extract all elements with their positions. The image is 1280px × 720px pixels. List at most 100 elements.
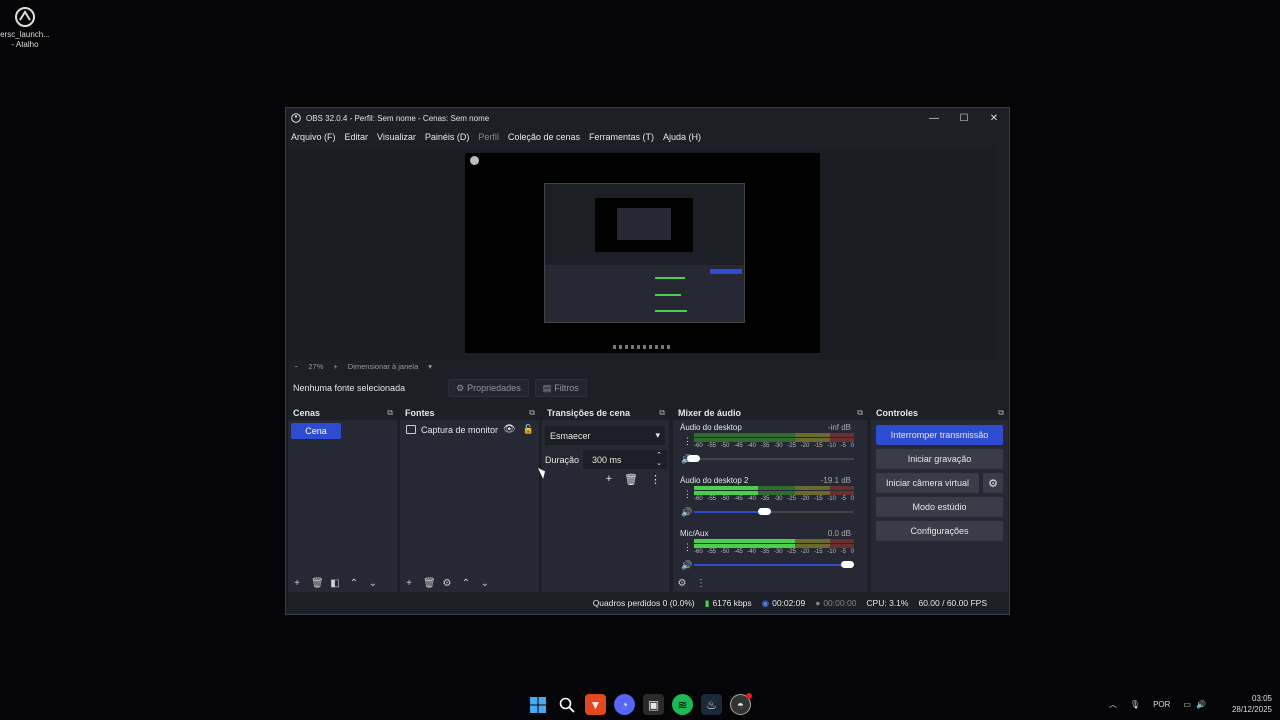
network-icon[interactable]: ▭	[1183, 700, 1191, 709]
taskbar: ▼ ◔ ▣ ≋ ♨ ◓ ︿ 🎙 POR ▭ 🔊 03:05 28/12/2025	[0, 688, 1280, 720]
channel-menu-icon[interactable]: ⋮	[683, 436, 692, 447]
remove-scene-icon[interactable]: 🗑	[311, 578, 324, 589]
undock-icon[interactable]: ⧉	[998, 408, 1004, 418]
scale-tick: -20	[800, 443, 810, 449]
speaker-icon[interactable]: 🔊	[681, 507, 692, 518]
remove-transition-icon[interactable]: 🗑	[624, 473, 638, 486]
preview-area[interactable]	[289, 147, 996, 360]
settings-button[interactable]: Configurações	[876, 521, 1003, 541]
start-virtual-camera-button[interactable]: Iniciar câmera virtual	[876, 473, 979, 493]
undock-icon[interactable]: ⧉	[387, 408, 393, 418]
source-item[interactable]: Captura de monitor 👁 🔓	[406, 424, 539, 435]
volume-icon[interactable]: 🔊	[1196, 700, 1206, 709]
scale-mode-label[interactable]: Dimensionar à janela	[348, 362, 418, 371]
studio-mode-button[interactable]: Modo estúdio	[876, 497, 1003, 517]
undock-icon[interactable]: ⧉	[529, 408, 535, 418]
transition-menu-icon[interactable]: ⋮	[650, 473, 661, 486]
move-down-icon[interactable]: ⌄	[480, 578, 490, 589]
chevron-down-icon: ▾	[655, 430, 660, 440]
transition-select[interactable]: Esmaecer ▾	[545, 426, 665, 445]
obs-taskbar-icon[interactable]: ◓	[730, 693, 752, 715]
channel-menu-icon[interactable]: ⋮	[683, 489, 692, 500]
volume-meter	[694, 486, 854, 490]
duration-row: Duração 300 ms ⌃ ⌄	[545, 450, 669, 469]
shortcut-label: ersc_launch... - Atalho	[0, 30, 50, 49]
menu-paineis[interactable]: Painéis (D)	[425, 132, 470, 142]
transitions-header: Transições de cena ⧉	[542, 406, 669, 420]
brave-icon[interactable]: ▼	[585, 694, 606, 715]
slider-knob[interactable]	[841, 561, 854, 568]
properties-button[interactable]: ⚙ Propriedades	[448, 379, 529, 397]
add-scene-icon[interactable]: +	[292, 578, 302, 589]
volume-slider[interactable]	[694, 508, 854, 515]
search-icon[interactable]	[556, 694, 577, 715]
zoom-out-button[interactable]: −	[294, 362, 298, 371]
chevron-up-icon[interactable]: ︿	[1109, 699, 1117, 710]
spin-arrows-icon[interactable]: ⌃ ⌄	[656, 452, 662, 468]
obs-app-icon	[291, 113, 301, 123]
language-indicator[interactable]: POR	[1153, 700, 1170, 709]
volume-slider[interactable]	[687, 455, 854, 462]
volume-slider[interactable]	[694, 561, 854, 568]
scale-tick: -40	[747, 496, 756, 502]
move-down-icon[interactable]: ⌄	[368, 578, 378, 589]
visibility-eye-icon[interactable]: 👁	[503, 424, 516, 435]
volume-meter	[694, 491, 854, 495]
lock-icon[interactable]: 🔓	[523, 424, 534, 435]
stop-streaming-button[interactable]: Interromper transmissão	[876, 425, 1003, 445]
advanced-audio-icon[interactable]: ⚙	[677, 578, 687, 589]
add-source-icon[interactable]: +	[404, 578, 414, 589]
captured-nested-preview	[617, 208, 671, 240]
move-up-icon[interactable]: ⌃	[461, 578, 471, 589]
slider-knob[interactable]	[757, 508, 771, 515]
close-button[interactable]: ✕	[979, 108, 1009, 128]
windows-start-icon[interactable]	[527, 694, 548, 715]
taskbar-apps: ▼ ◔ ▣ ≋ ♨ ◓	[527, 693, 759, 715]
source-settings-icon[interactable]: ⚙	[442, 578, 452, 589]
preview-canvas[interactable]	[465, 153, 820, 353]
menu-editar[interactable]: Editar	[345, 132, 369, 142]
microphone-icon[interactable]: 🎙	[1130, 700, 1140, 709]
scale-tick: -15	[813, 496, 823, 502]
speaker-icon[interactable]: 🔊	[681, 560, 692, 571]
meter-scale: -60 -55 -50 -45 -40 -35 -30 -25 -20 -15 -10 -5 0	[694, 496, 854, 502]
scale-tick: -30	[773, 496, 783, 502]
virtual-camera-settings-icon[interactable]: ⚙	[983, 473, 1003, 493]
move-up-icon[interactable]: ⌃	[349, 578, 359, 589]
add-transition-icon[interactable]: +	[606, 473, 612, 486]
filters-button[interactable]: ▤ Filtros	[534, 379, 587, 397]
discord-icon[interactable]: ◔	[614, 694, 635, 715]
scene-filters-icon[interactable]: ◧	[330, 578, 340, 589]
channel-menu-icon[interactable]: ⋮	[683, 542, 692, 553]
menu-ajuda[interactable]: Ajuda (H)	[663, 132, 701, 142]
captured-meter	[655, 294, 681, 296]
scene-item[interactable]: Cena	[291, 423, 341, 439]
remove-source-icon[interactable]: 🗑	[423, 578, 436, 589]
menu-ferramentas[interactable]: Ferramentas (T)	[589, 132, 654, 142]
clock[interactable]: 03:05 28/12/2025	[1219, 693, 1272, 715]
slider-knob[interactable]	[687, 455, 701, 462]
menu-colecao-de-cenas[interactable]: Coleção de cenas	[508, 132, 580, 142]
duration-spinbox[interactable]: 300 ms ⌃ ⌄	[583, 450, 668, 469]
undock-icon[interactable]: ⧉	[857, 408, 863, 418]
sources-toolbar: + 🗑 ⚙ ⌃ ⌄	[400, 574, 539, 592]
start-recording-button[interactable]: Iniciar gravação	[876, 449, 1003, 469]
menu-arquivo[interactable]: Arquivo (F)	[291, 132, 336, 142]
app-icon[interactable]: ▣	[643, 694, 664, 715]
window-title: OBS 32.0.4 - Perfil: Sem nome - Cenas: S…	[306, 113, 490, 123]
menu-visualizar[interactable]: Visualizar	[377, 132, 416, 142]
clock-date: 28/12/2025	[1231, 705, 1272, 714]
spotify-icon[interactable]: ≋	[672, 694, 693, 715]
minimize-button[interactable]: —	[919, 108, 949, 128]
steam-icon[interactable]: ♨	[701, 694, 722, 715]
zoom-in-button[interactable]: +	[333, 362, 337, 371]
scale-tick: -55	[707, 549, 716, 555]
scenes-dock: Cenas ⧉ Cena + 🗑 ◧ ⌃ ⌄	[288, 406, 397, 592]
scale-tick: 0	[850, 549, 854, 555]
desktop-shortcut[interactable]: ersc_launch... - Atalho	[0, 6, 50, 50]
scale-mode-dropdown-icon[interactable]: ▾	[428, 362, 432, 371]
undock-icon[interactable]: ⧉	[659, 408, 665, 418]
maximize-button[interactable]: ☐	[949, 108, 979, 128]
menu-perfil[interactable]: Perfil	[478, 132, 499, 142]
mixer-menu-icon[interactable]: ⋮	[696, 578, 706, 589]
